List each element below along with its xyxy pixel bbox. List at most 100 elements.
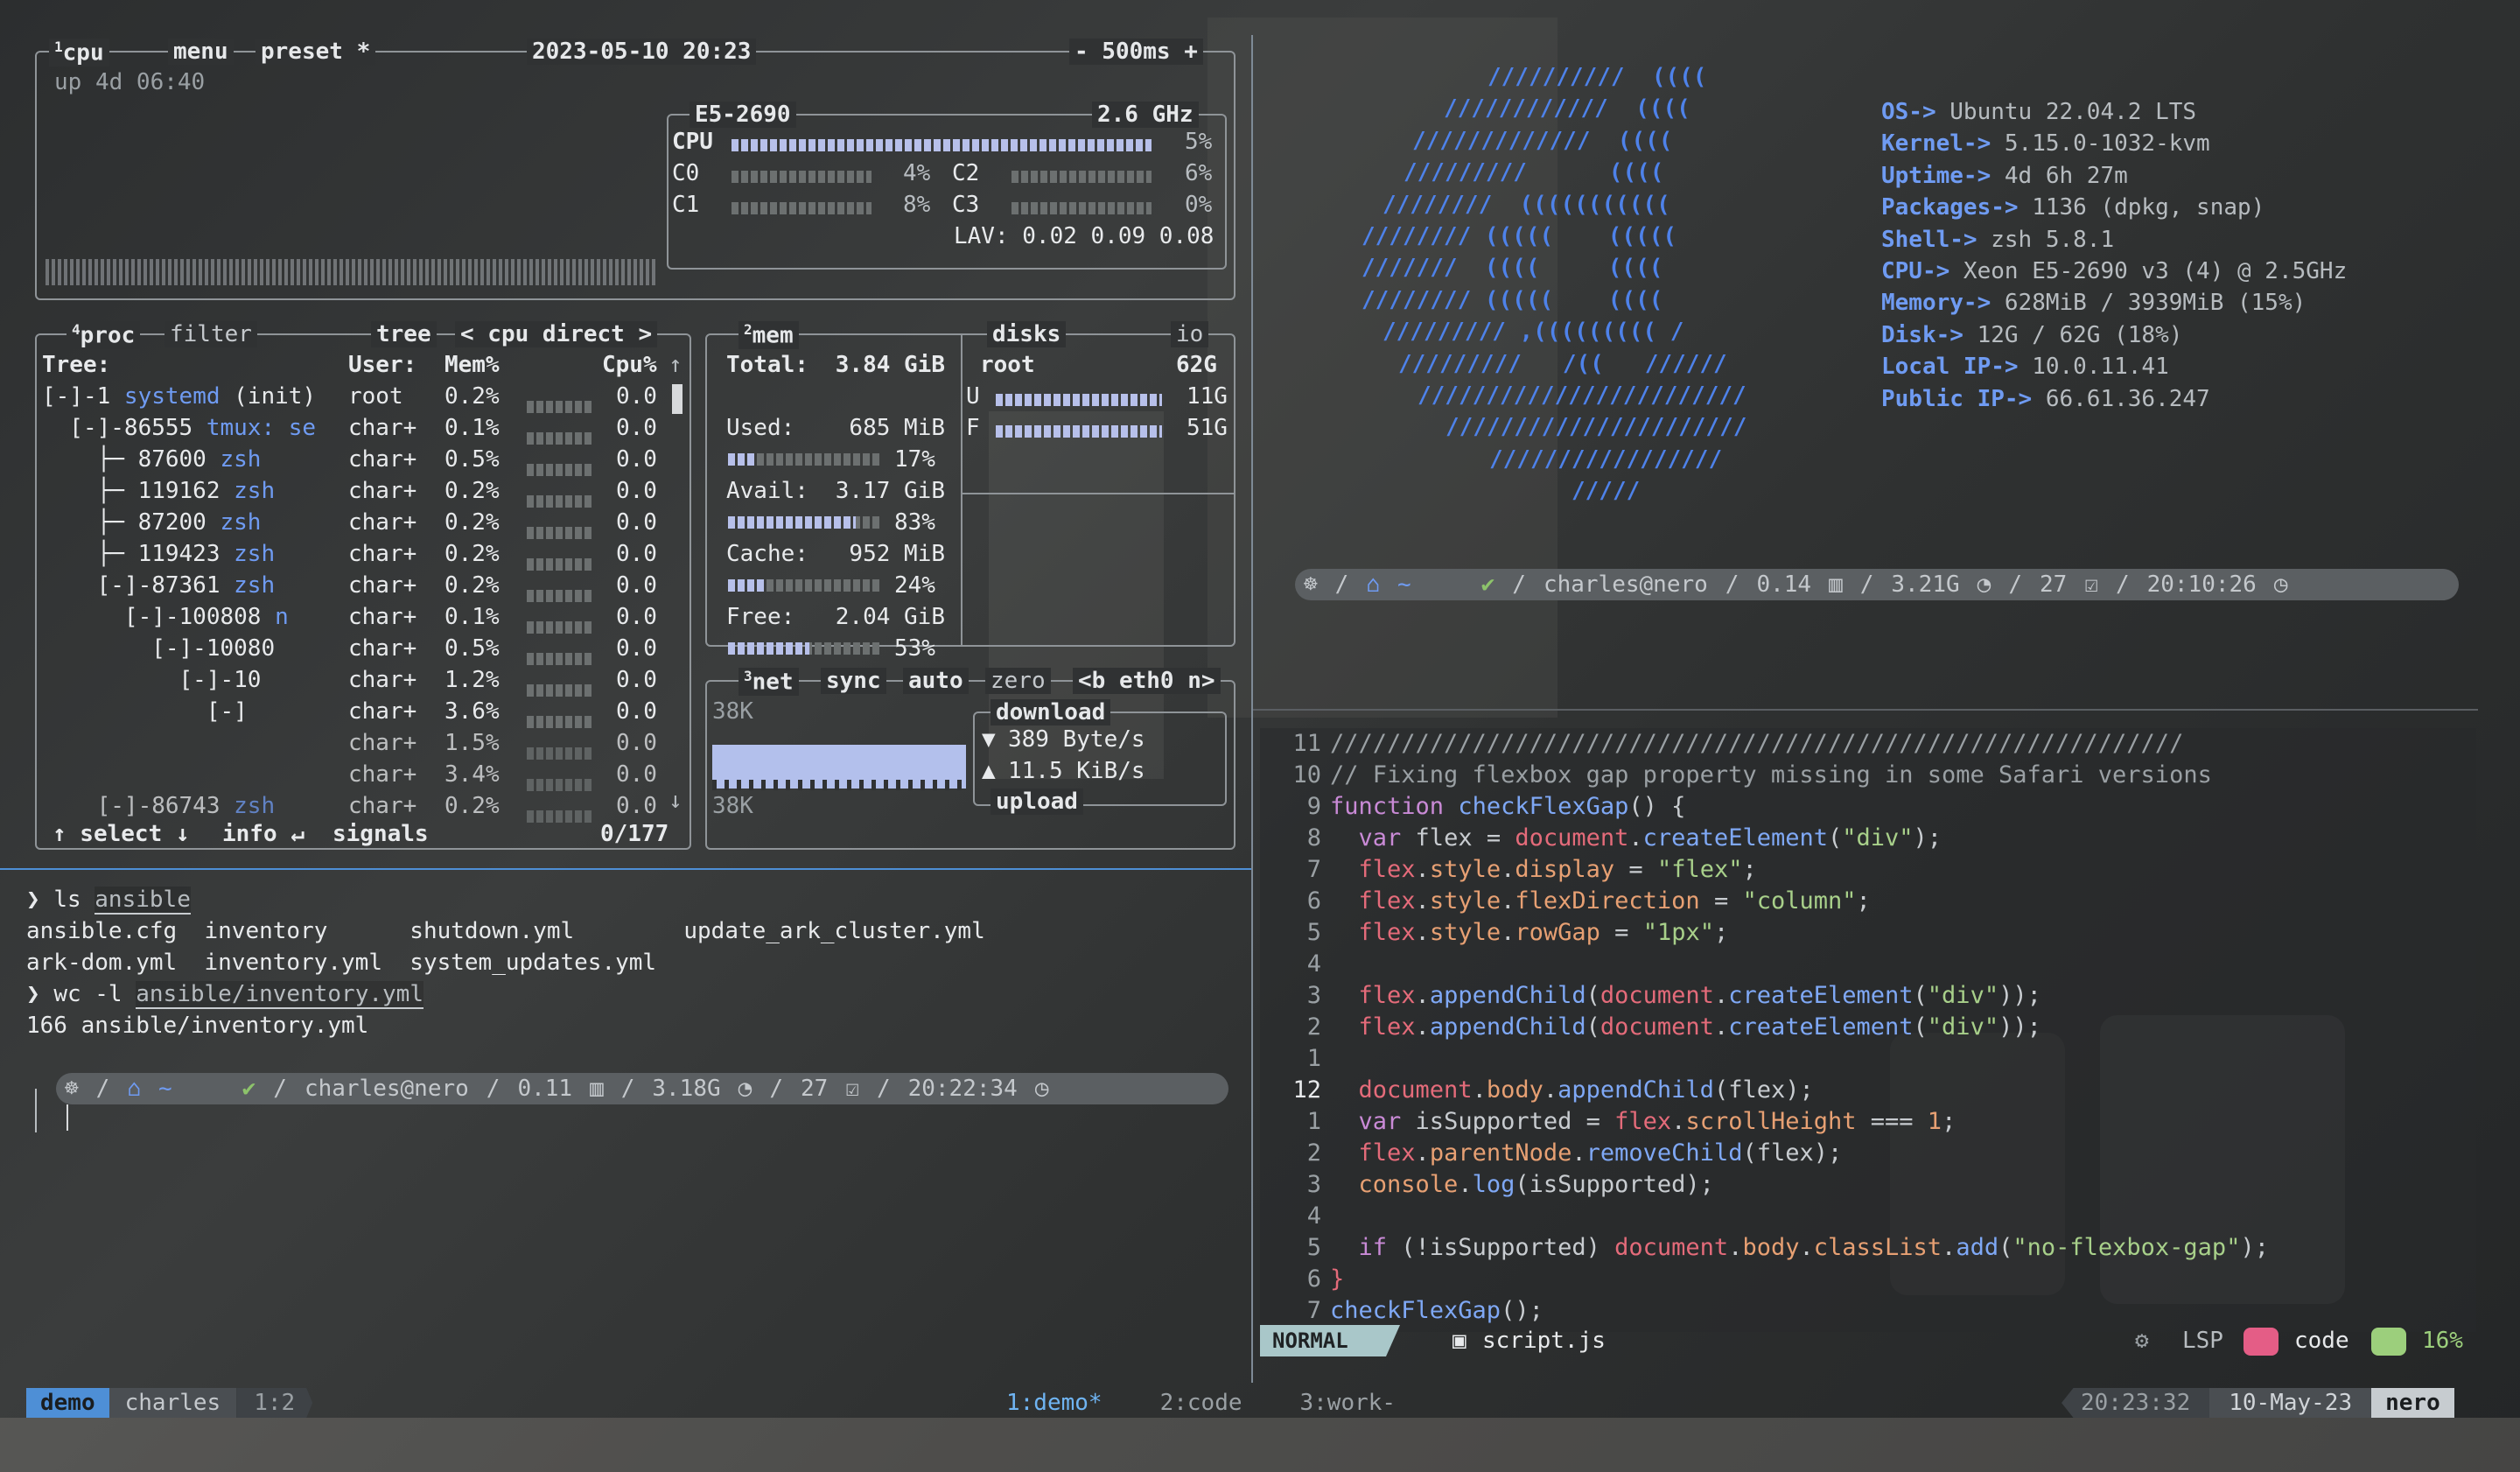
file-name[interactable]: script.js bbox=[1482, 1325, 1606, 1356]
io-tab[interactable]: io bbox=[1171, 321, 1209, 347]
tree-tab[interactable]: tree bbox=[371, 321, 437, 347]
info-value: 10.0.11.41 bbox=[2018, 354, 2169, 381]
menu-tab[interactable]: menu bbox=[168, 39, 234, 65]
checkbox-icon: ☑ bbox=[845, 1076, 859, 1102]
pane-divider-left[interactable] bbox=[0, 868, 1251, 870]
table-row[interactable]: [-]-87361 zsh char+ 0.2% 0.0 bbox=[42, 570, 672, 602]
output-line: 166 ansible/inventory.yml bbox=[26, 1013, 369, 1039]
session-name[interactable]: demo bbox=[26, 1388, 109, 1418]
table-row[interactable]: [-] char+ 3.6% 0.0 bbox=[42, 696, 672, 728]
table-row[interactable]: char+ 3.4% 0.0 bbox=[42, 759, 672, 791]
uptime: up 4d 06:40 bbox=[54, 69, 206, 95]
scroll-up-icon[interactable]: ↑ bbox=[668, 349, 682, 381]
interval-control[interactable]: - 500ms + bbox=[1069, 39, 1203, 65]
process-mem: 3.4% bbox=[444, 761, 500, 788]
code-line[interactable]: flex.style.rowGap = "1px"; bbox=[1330, 919, 1729, 946]
table-row[interactable]: [-]-100808 n char+ 0.1% 0.0 bbox=[42, 601, 672, 634]
info-value: 4d 6h 27m bbox=[1991, 162, 2128, 189]
interface-selector[interactable]: <b eth0 n> bbox=[1073, 668, 1221, 694]
core-name: C3 bbox=[952, 192, 980, 218]
info-value: Xeon E5-2690 v3 (4) @ 2.5GHz bbox=[1950, 258, 2348, 284]
table-row[interactable]: [-]-86555 tmux: se char+ 0.1% 0.0 bbox=[42, 412, 672, 445]
code-line[interactable]: console.log(isSupported); bbox=[1330, 1171, 1714, 1198]
code-line[interactable]: checkFlexGap(); bbox=[1330, 1297, 1544, 1324]
logo-line: ///////// ,((((((((( / bbox=[1382, 319, 1684, 346]
code-line[interactable]: // Fixing flexbox gap property missing i… bbox=[1330, 761, 2212, 789]
info-key: Local IP-> bbox=[1881, 354, 2019, 381]
ubuntu-icon: ☸ bbox=[65, 1076, 79, 1102]
clock-icon: ◷ bbox=[2273, 571, 2288, 598]
window-tab[interactable]: 2:code bbox=[1160, 1390, 1242, 1416]
code-line[interactable]: var flex = document.createElement("div")… bbox=[1330, 824, 1942, 852]
info-key: Public IP-> bbox=[1881, 385, 2033, 412]
disks-tab[interactable]: disks bbox=[987, 321, 1067, 347]
code-line[interactable]: document.body.appendChild(flex); bbox=[1330, 1076, 1814, 1104]
sync-tab[interactable]: sync bbox=[821, 668, 886, 694]
table-row[interactable]: [-]-1 systemd (init) root 0.2% 0.0 bbox=[42, 381, 672, 413]
window-tab[interactable]: 3:work- bbox=[1300, 1390, 1396, 1416]
code-line[interactable]: } bbox=[1330, 1265, 1344, 1293]
prompt-user: charles@nero bbox=[1543, 571, 1708, 598]
info-value: 1136 (dpkg, snap) bbox=[2018, 194, 2265, 221]
auto-tab[interactable]: auto bbox=[903, 668, 969, 694]
cpu-tab[interactable]: 1cpu bbox=[49, 39, 109, 67]
cpu-total-meter bbox=[732, 138, 1152, 151]
zero-tab[interactable]: zero bbox=[985, 668, 1051, 694]
proc-tab[interactable]: 4proc bbox=[66, 321, 141, 349]
cpu-model: E5-2690 bbox=[690, 102, 796, 128]
table-row[interactable]: [-]-86743 zsh char+ 0.2% 0.0 bbox=[42, 790, 672, 823]
table-row[interactable]: [-]-10080 char+ 0.5% 0.0 bbox=[42, 633, 672, 665]
code-line[interactable]: ////////////////////////////////////////… bbox=[1330, 730, 2183, 757]
info-key: Memory-> bbox=[1881, 290, 1992, 317]
window-tab[interactable]: 1:demo* bbox=[1006, 1390, 1102, 1416]
disk-free-label: F bbox=[966, 415, 980, 441]
info-row: Local IP-> 10.0.11.41 bbox=[1881, 351, 2169, 382]
tmux-user: charles bbox=[108, 1388, 237, 1418]
signals-control[interactable]: signals bbox=[332, 818, 429, 850]
code-line[interactable]: function checkFlexGap() { bbox=[1330, 793, 1685, 820]
process-mem: 0.2% bbox=[444, 793, 500, 819]
mem-tab[interactable]: 2mem bbox=[738, 321, 799, 349]
select-control[interactable]: ↑ select ↓ bbox=[52, 818, 190, 850]
prompt-user: charles@nero bbox=[304, 1076, 469, 1102]
info-row: Memory-> 628MiB / 3939MiB (15%) bbox=[1881, 287, 2306, 319]
process-mem: 0.2% bbox=[444, 509, 500, 536]
core-pct: 0% bbox=[1185, 192, 1213, 218]
info-control[interactable]: info ↵ bbox=[222, 818, 304, 850]
pane-divider-right[interactable] bbox=[1253, 709, 2478, 711]
mem-percent: 17% bbox=[894, 446, 935, 473]
code-line[interactable]: flex.parentNode.removeChild(flex); bbox=[1330, 1139, 1843, 1167]
code-line[interactable]: flex.style.flexDirection = "column"; bbox=[1330, 887, 1871, 915]
code-line[interactable]: var isSupported = flex.scrollHeight === … bbox=[1330, 1108, 1956, 1135]
preset-tab[interactable]: preset * bbox=[256, 39, 376, 65]
table-row[interactable]: char+ 1.5% 0.0 bbox=[42, 727, 672, 760]
code-line[interactable]: flex.appendChild(document.createElement(… bbox=[1330, 982, 2041, 1009]
logo-line: ///////// /(( ////// bbox=[1398, 350, 1727, 377]
lines-icon bbox=[2371, 1328, 2406, 1356]
scrollbar-thumb[interactable] bbox=[672, 384, 682, 414]
process-user: char+ bbox=[348, 446, 417, 473]
table-row[interactable]: [-]-10 char+ 1.2% 0.0 bbox=[42, 664, 672, 697]
code-line[interactable]: if (!isSupported) document.body.classLis… bbox=[1330, 1234, 2269, 1261]
mem-meter bbox=[728, 453, 882, 466]
code-line[interactable]: flex.appendChild(document.createElement(… bbox=[1330, 1013, 2041, 1041]
cwd: ~ bbox=[158, 1076, 172, 1102]
tree-branch: ├─ 87200 bbox=[42, 509, 220, 536]
logo-line: //////// ((((( ((((( bbox=[1362, 223, 1677, 249]
sort-selector[interactable]: < cpu direct > bbox=[455, 321, 658, 347]
line-number: 5 bbox=[1306, 1234, 1321, 1261]
code-line[interactable]: flex.style.display = "flex"; bbox=[1330, 856, 1757, 883]
process-user: char+ bbox=[348, 635, 417, 662]
disk-used-label: U bbox=[966, 383, 980, 410]
table-row[interactable]: ├─ 119162 zsh char+ 0.2% 0.0 bbox=[42, 475, 672, 508]
table-row[interactable]: ├─ 87600 zsh char+ 0.5% 0.0 bbox=[42, 444, 672, 476]
tree-branch: [-]-86743 bbox=[42, 793, 234, 819]
process-cpu: 0.0 bbox=[616, 793, 657, 819]
filter-tab[interactable]: filter bbox=[164, 321, 257, 347]
prompt-icon: ❯ bbox=[26, 887, 40, 913]
table-row[interactable]: ├─ 119423 zsh char+ 0.2% 0.0 bbox=[42, 538, 672, 571]
net-tab[interactable]: 3net bbox=[738, 668, 799, 696]
chart-icon: ▥ bbox=[1829, 571, 1843, 598]
table-row[interactable]: ├─ 87200 zsh char+ 0.2% 0.0 bbox=[42, 507, 672, 539]
process-cpu: 0.0 bbox=[616, 572, 657, 599]
